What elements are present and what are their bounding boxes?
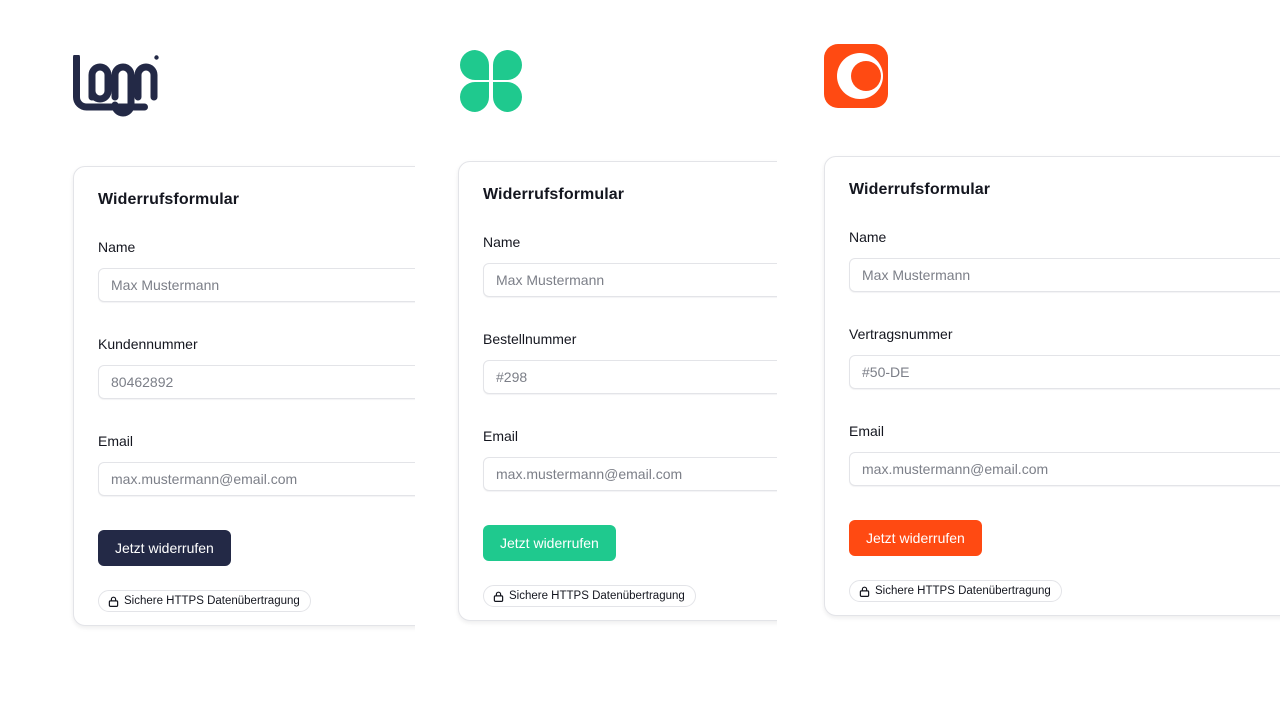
https-badge-text: Sichere HTTPS Datenübertragung [875,585,1051,597]
variant-panel-2: Widerrufsformular Name Bestellnummer Ema… [415,0,777,720]
clover-logo-icon [460,50,522,112]
contract-number-field-group: Vertragsnummer [849,326,1280,389]
email-field-group: Email [483,428,777,491]
variant-panel-3: Widerrufsformular Name Vertragsnummer Em… [777,0,1280,720]
order-number-label: Bestellnummer [483,331,577,347]
name-label: Name [98,239,136,255]
contract-number-input[interactable] [849,355,1280,389]
https-security-badge: Sichere HTTPS Datenübertragung [849,580,1062,602]
https-badge-text: Sichere HTTPS Datenübertragung [509,590,685,602]
lock-icon [493,591,504,602]
withdrawal-form-card: Widerrufsformular Name Kundennummer Emai… [73,166,415,626]
lock-icon [108,596,119,607]
form-title: Widerrufsformular [98,191,240,208]
name-input[interactable] [98,268,415,302]
customer-number-field-group: Kundennummer [98,336,415,399]
name-input[interactable] [849,258,1280,292]
email-field-group: Email [98,433,415,496]
name-input[interactable] [483,263,777,297]
customer-number-input[interactable] [98,365,415,399]
ring-logo-icon [824,44,888,108]
withdrawal-form-card: Widerrufsformular Name Vertragsnummer Em… [824,156,1280,616]
withdrawal-form-card: Widerrufsformular Name Bestellnummer Ema… [458,161,777,621]
email-input[interactable] [98,462,415,496]
contract-number-label: Vertragsnummer [849,326,953,342]
https-security-badge: Sichere HTTPS Datenübertragung [483,585,696,607]
name-label: Name [483,234,521,250]
order-number-field-group: Bestellnummer [483,331,777,394]
name-field-group: Name [483,234,777,297]
name-field-group: Name [98,239,415,302]
https-security-badge: Sichere HTTPS Datenübertragung [98,590,311,612]
withdraw-now-button[interactable]: Jetzt widerrufen [483,525,616,561]
name-field-group: Name [849,229,1280,292]
withdraw-now-button[interactable]: Jetzt widerrufen [849,520,982,556]
withdraw-now-button[interactable]: Jetzt widerrufen [98,530,231,566]
customer-number-label: Kundennummer [98,336,198,352]
email-input[interactable] [849,452,1280,486]
variant-panel-1: Widerrufsformular Name Kundennummer Emai… [0,0,415,720]
logo-wordmark-icon [73,55,159,117]
email-label: Email [849,423,885,439]
order-number-input[interactable] [483,360,777,394]
form-title: Widerrufsformular [483,186,625,203]
email-label: Email [98,433,134,449]
email-label: Email [483,428,519,444]
email-input[interactable] [483,457,777,491]
lock-icon [859,586,870,597]
name-label: Name [849,229,887,245]
email-field-group: Email [849,423,1280,486]
form-title: Widerrufsformular [849,181,991,198]
https-badge-text: Sichere HTTPS Datenübertragung [124,595,300,607]
